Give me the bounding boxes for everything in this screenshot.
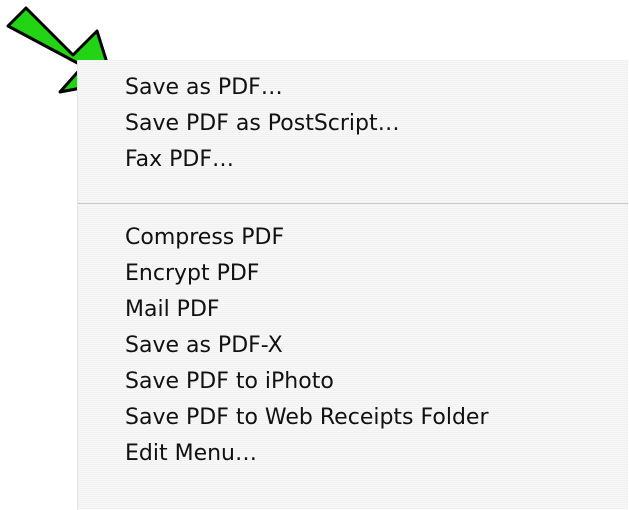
menu-item-edit-menu[interactable]: Edit Menu… (125, 436, 257, 472)
menu-item-fax-pdf[interactable]: Fax PDF… (125, 142, 234, 178)
menu-item-mail-pdf[interactable]: Mail PDF (125, 292, 220, 328)
menu-item-save-pdf-to-iphoto[interactable]: Save PDF to iPhoto (125, 364, 334, 400)
menu-item-save-pdf-to-web-receipts-folder[interactable]: Save PDF to Web Receipts Folder (125, 400, 489, 436)
menu-item-save-pdf-as-postscript[interactable]: Save PDF as PostScript… (125, 106, 400, 142)
menu-separator (78, 203, 628, 204)
menu-item-save-as-pdf[interactable]: Save as PDF… (125, 70, 283, 106)
menu-item-encrypt-pdf[interactable]: Encrypt PDF (125, 256, 259, 292)
menu-item-compress-pdf[interactable]: Compress PDF (125, 220, 284, 256)
menu-item-save-as-pdf-x[interactable]: Save as PDF-X (125, 328, 283, 364)
pdf-menu: Save as PDF… Save PDF as PostScript… Fax… (77, 60, 628, 510)
